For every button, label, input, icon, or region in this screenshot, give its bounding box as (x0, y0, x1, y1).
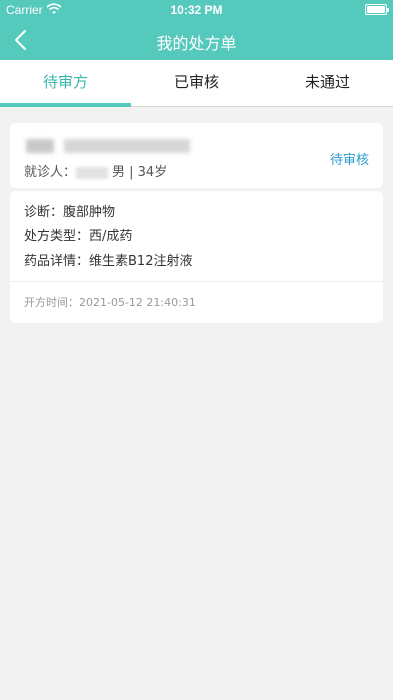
status-badge[interactable]: 待审核 (330, 149, 369, 168)
opened-time-text: 开方时间：2021-05-12 21:40:31 (24, 296, 196, 309)
diagnosis-text: 诊断：腹部肿物 (24, 205, 116, 220)
prescription-type-text: 处方类型：西/成药 (24, 229, 133, 244)
status-time: 10:32 PM (170, 3, 223, 17)
patient-info: 男 | 34岁 (112, 165, 168, 180)
tab-reviewed[interactable]: 已审核 (131, 60, 262, 106)
tab-bar: 待审方 已审核 未通过 (0, 60, 393, 107)
page-title: 我的处方单 (156, 34, 237, 53)
tab-rejected[interactable]: 未通过 (262, 60, 393, 106)
battery-icon (365, 4, 389, 15)
divider (10, 281, 383, 282)
redacted-info (64, 139, 190, 153)
tab-pending[interactable]: 待审方 (0, 60, 131, 107)
prescription-card-header[interactable]: 就诊人： 男 | 34岁 待审核 (10, 123, 383, 188)
drug-details-text: 药品详情：维生素B12注射液 (24, 254, 193, 269)
app-header: Carrier 10:32 PM 我的处方单 (0, 0, 393, 60)
patient-row: 就诊人： 男 | 34岁 (24, 161, 167, 180)
status-bar: Carrier 10:32 PM (0, 0, 393, 20)
prescription-card-body[interactable]: 诊断：腹部肿物 处方类型：西/成药 药品详情：维生素B12注射液 开方时间：20… (10, 191, 383, 323)
redacted-name (26, 139, 54, 153)
redacted-patient-name (76, 166, 109, 179)
patient-label: 就诊人： (24, 165, 77, 180)
